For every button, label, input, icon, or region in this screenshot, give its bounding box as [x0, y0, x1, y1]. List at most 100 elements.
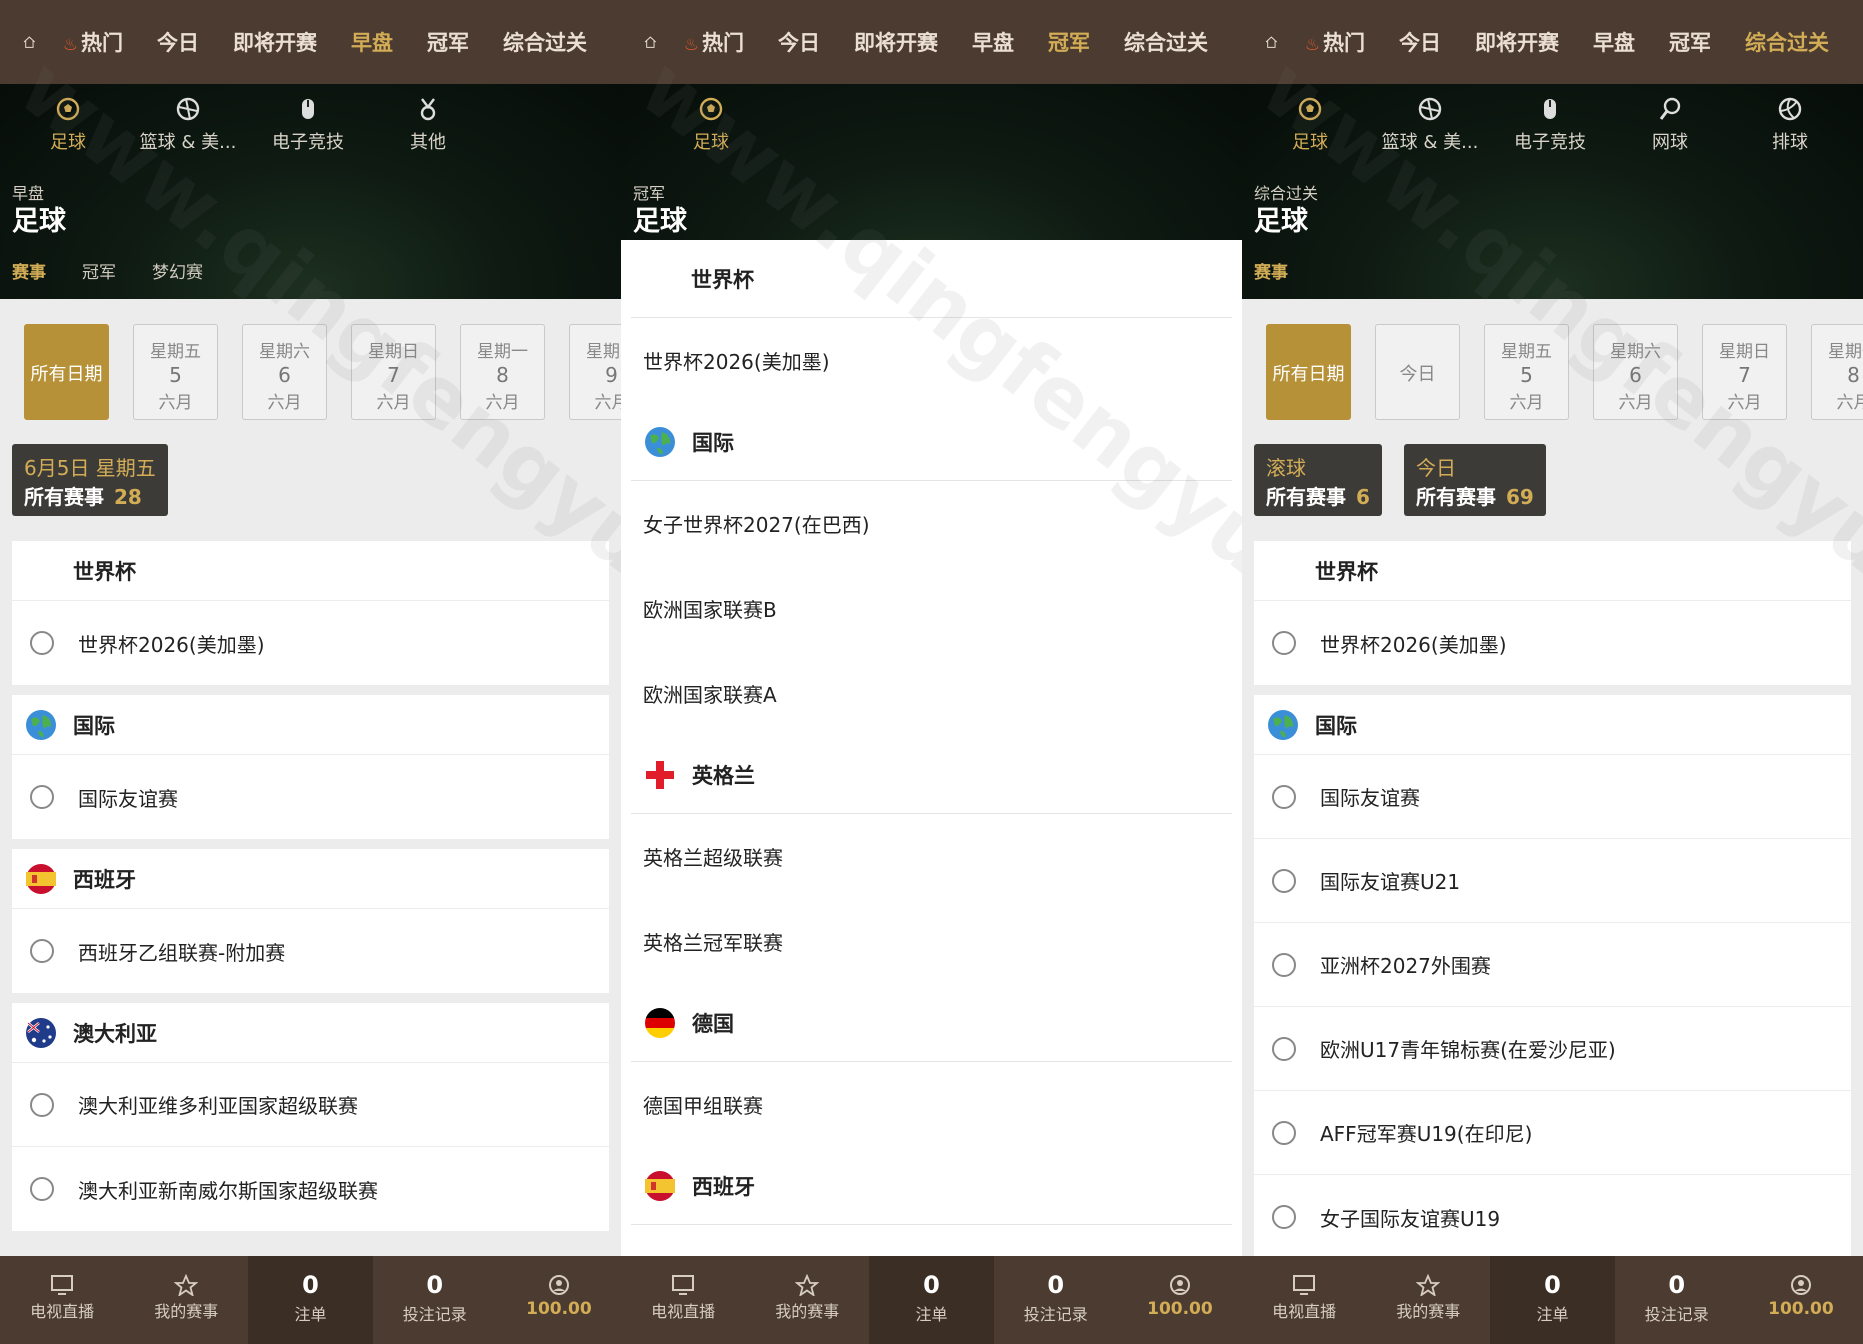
nav-tab-3[interactable]: 早盘	[351, 27, 393, 57]
league-item[interactable]: 英格兰冠军联赛	[631, 899, 1232, 984]
sport-tab-1[interactable]: 篮球 & 美...	[128, 96, 248, 154]
league-name: 世界杯2026(美加墨)	[643, 350, 830, 374]
date-chip-3[interactable]: 星期六 6 六月	[1593, 324, 1678, 420]
date-chip-2[interactable]: 星期六 6 六月	[242, 324, 327, 420]
date-chip-5[interactable]: 星期二9 六月	[569, 324, 621, 420]
my-events-button[interactable]: 我的赛事	[745, 1256, 869, 1344]
league-name: AFF冠军赛U19(在印尼)	[1320, 1122, 1533, 1146]
nav-tab-0[interactable]: ♨ 热门	[684, 27, 744, 57]
league-item[interactable]: 女子世界杯2027(在巴西)	[631, 481, 1232, 566]
league-item[interactable]: 亚洲杯2027外围赛	[1254, 923, 1851, 1007]
radio-button[interactable]	[1272, 631, 1296, 655]
date-chip-0[interactable]: 所有日期	[24, 324, 109, 420]
league-item[interactable]: 英格兰超级联赛	[631, 814, 1232, 899]
nav-tab-1[interactable]: 今日	[157, 27, 199, 57]
radio-button[interactable]	[1272, 1036, 1296, 1061]
bet-records-button[interactable]: 0 投注记录	[994, 1256, 1118, 1344]
radio-button[interactable]	[30, 785, 54, 809]
bet-records-button[interactable]: 0 投注记录	[1615, 1256, 1739, 1344]
league-item[interactable]: 世界杯2026(美加墨)	[1254, 601, 1851, 685]
bet-records-button[interactable]: 0 投注记录	[373, 1256, 497, 1344]
tv-live-button[interactable]: 电视直播	[621, 1256, 745, 1344]
date-chip-0[interactable]: 所有日期	[1266, 324, 1351, 420]
radio-button[interactable]	[1272, 868, 1296, 893]
betslip-button[interactable]: 0 注单	[248, 1256, 373, 1344]
nav-tab-1[interactable]: 今日	[778, 27, 820, 57]
nav-tab-0[interactable]: ♨ 热门	[1305, 27, 1365, 57]
league-item[interactable]: 澳大利亚维多利亚国家超级联赛	[12, 1063, 609, 1147]
nav-tab-4[interactable]: 冠军	[1048, 27, 1090, 57]
summary-badge-0[interactable]: 滚球 所有赛事 6	[1254, 444, 1382, 516]
sport-tab-0[interactable]: 足球	[651, 96, 771, 154]
nav-tab-2[interactable]: 即将开赛	[854, 27, 938, 57]
nav-tab-2[interactable]: 即将开赛	[1475, 27, 1559, 57]
sport-tab-2[interactable]: 电子竞技	[1490, 96, 1610, 154]
hero-tab-0[interactable]: 赛事	[1254, 258, 1288, 283]
hero-tab-2[interactable]: 梦幻赛	[152, 258, 203, 283]
league-item[interactable]: 国际友谊赛	[12, 755, 609, 839]
radio-button[interactable]	[1272, 1205, 1296, 1229]
hero-tab-1[interactable]: 冠军	[82, 258, 116, 283]
league-item[interactable]: 西班牙乙组联赛-附加赛	[12, 909, 609, 993]
league-item[interactable]: 世界杯2026(美加墨)	[12, 601, 609, 685]
date-chip-1[interactable]: 今日	[1375, 324, 1460, 420]
user-icon	[1790, 1275, 1811, 1295]
balance-button[interactable]: 100.00	[497, 1256, 621, 1344]
radio-button[interactable]	[30, 1177, 54, 1201]
league-item[interactable]: 澳大利亚新南威尔斯国家超级联赛	[12, 1147, 609, 1231]
nav-tab-3[interactable]: 早盘	[1593, 27, 1635, 57]
tv-live-button[interactable]: 电视直播	[0, 1256, 124, 1344]
my-events-button[interactable]: 我的赛事	[124, 1256, 248, 1344]
sport-tab-0[interactable]: 足球	[8, 96, 128, 154]
date-chip-3[interactable]: 星期日 7 六月	[351, 324, 436, 420]
balance-button[interactable]: 100.00	[1118, 1256, 1242, 1344]
betslip-button[interactable]: 0 注单	[1490, 1256, 1615, 1344]
nav-tab-2[interactable]: 即将开赛	[233, 27, 317, 57]
league-item[interactable]: 西班牙甲组联赛	[631, 1225, 1232, 1256]
nav-tab-0[interactable]: ♨ 热门	[63, 27, 123, 57]
league-item[interactable]: 国际友谊赛U21	[1254, 839, 1851, 923]
nav-tab-4[interactable]: 冠军	[427, 27, 469, 57]
radio-button[interactable]	[30, 939, 54, 963]
league-item[interactable]: AFF冠军赛U19(在印尼)	[1254, 1091, 1851, 1175]
summary-badge-1[interactable]: 今日 所有赛事 69	[1404, 444, 1546, 516]
home-icon[interactable]	[1264, 24, 1279, 60]
nav-tab-4[interactable]: 冠军	[1669, 27, 1711, 57]
date-chip-2[interactable]: 星期五 5 六月	[1484, 324, 1569, 420]
radio-button[interactable]	[30, 1092, 54, 1117]
league-item[interactable]: 德国甲组联赛	[631, 1062, 1232, 1147]
date-chip-4[interactable]: 星期一 8 六月	[460, 324, 545, 420]
tv-live-button[interactable]: 电视直播	[1242, 1256, 1366, 1344]
nav-tab-5[interactable]: 综合过关	[503, 27, 587, 57]
sport-tab-4[interactable]: 排球	[1730, 96, 1850, 154]
summary-badge-0[interactable]: 6月5日 星期五 所有赛事 28	[12, 444, 168, 516]
hero-tab-0[interactable]: 赛事	[12, 258, 46, 283]
sport-tab-2[interactable]: 电子竞技	[248, 96, 368, 154]
league-item[interactable]: 国际友谊赛	[1254, 755, 1851, 839]
sport-tab-3[interactable]: 其他	[368, 96, 488, 154]
league-item[interactable]: 欧洲U17青年锦标赛(在爱沙尼亚)	[1254, 1007, 1851, 1091]
my-events-button[interactable]: 我的赛事	[1366, 1256, 1490, 1344]
league-item[interactable]: 女子国际友谊赛U19	[1254, 1175, 1851, 1259]
radio-button[interactable]	[1272, 1120, 1296, 1145]
betslip-button[interactable]: 0 注单	[869, 1256, 994, 1344]
sport-tab-3[interactable]: 网球	[1610, 96, 1730, 154]
radio-button[interactable]	[1272, 784, 1296, 809]
date-chip-1[interactable]: 星期五 5 六月	[133, 324, 218, 420]
date-chip-5[interactable]: 星期一8 六月	[1811, 324, 1863, 420]
nav-tab-3[interactable]: 早盘	[972, 27, 1014, 57]
radio-button[interactable]	[1272, 952, 1296, 977]
home-icon[interactable]	[643, 24, 658, 60]
date-chip-4[interactable]: 星期日 7 六月	[1702, 324, 1787, 420]
sport-tab-0[interactable]: 足球	[1250, 96, 1370, 154]
league-item[interactable]: 欧洲国家联赛A	[631, 651, 1232, 736]
sport-tab-1[interactable]: 篮球 & 美...	[1370, 96, 1490, 154]
balance-button[interactable]: 100.00	[1739, 1256, 1863, 1344]
league-item[interactable]: 世界杯2026(美加墨)	[631, 318, 1232, 403]
home-icon[interactable]	[22, 24, 37, 60]
nav-tab-5[interactable]: 综合过关	[1745, 27, 1829, 57]
nav-tab-5[interactable]: 综合过关	[1124, 27, 1208, 57]
radio-button[interactable]	[30, 631, 54, 655]
league-item[interactable]: 欧洲国家联赛B	[631, 566, 1232, 651]
nav-tab-1[interactable]: 今日	[1399, 27, 1441, 57]
